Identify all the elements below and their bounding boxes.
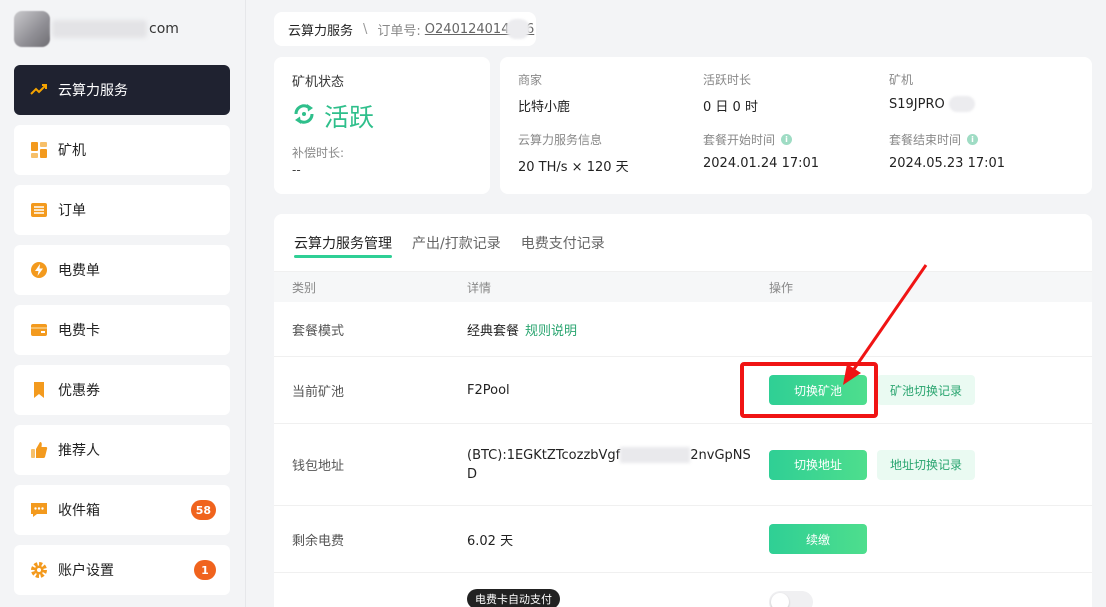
account-header[interactable]: com [14, 10, 234, 48]
bolt-icon [30, 261, 48, 279]
tab-output-payout-records[interactable]: 产出/打款记录 [412, 214, 501, 272]
sidebar-item-referrer[interactable]: 推荐人 [14, 425, 230, 475]
auto-pay-tag: 电费卡自动支付 [467, 589, 560, 607]
row-label: 剩余电费 [292, 533, 345, 549]
table-row-electricity: 剩余电费 6.02 天 续缴 [274, 506, 1092, 573]
end-time-label: 套餐结束时间 [889, 133, 962, 147]
table-header: 类别 详情 操作 [274, 272, 1092, 302]
grid-icon [30, 141, 48, 159]
sidebar-item-label: 收件箱 [58, 503, 100, 519]
thumbs-up-icon [30, 441, 48, 459]
pool-value: F2Pool [467, 382, 510, 398]
miner-status-title: 矿机状态 [292, 75, 345, 90]
management-panel: 云算力服务管理 产出/打款记录 电费支付记录 类别 详情 操作 套餐模式 经典套… [274, 214, 1092, 607]
main-content: 云算力服务 \ 订单号: O240124014306 矿机状态 活跃 补偿时长:… [256, 0, 1106, 607]
sidebar-item-label: 账户设置 [58, 563, 114, 579]
message-icon [30, 501, 48, 519]
miner-status-value: 活跃 [324, 103, 375, 132]
sidebar-item-cloud-hashrate[interactable]: 云算力服务 [14, 65, 230, 115]
order-number-redacted [506, 19, 530, 39]
order-number-label: 订单号: [377, 23, 421, 39]
rules-link[interactable]: 规则说明 [525, 324, 577, 339]
column-header-category: 类别 [292, 280, 317, 295]
compensation-value: -- [292, 163, 301, 177]
wallet-address-prefix: (BTC):1EGKtZTcozzbVgf [467, 447, 621, 463]
wallet-address-redacted [620, 447, 691, 463]
sidebar-item-label: 订单 [58, 203, 86, 219]
miner-label: 矿机 [889, 73, 914, 87]
sidebar-item-label: 优惠券 [58, 383, 100, 399]
miner-model-redacted [948, 96, 975, 112]
row-label: 套餐模式 [292, 323, 345, 339]
table-row-pool: 当前矿池 F2Pool 切换矿池 矿池切换记录 [274, 357, 1092, 424]
service-info-label: 云算力服务信息 [518, 133, 603, 147]
sidebar-item-label: 推荐人 [58, 443, 100, 459]
start-time-value: 2024.01.24 17:01 [703, 156, 820, 171]
list-icon [30, 201, 48, 219]
sidebar-nav: 云算力服务 矿机 订单 电费单 电费卡 优惠券 推荐人 收件箱 58 账户设置 … [14, 65, 230, 605]
account-email-suffix: com [149, 21, 179, 37]
address-switch-history-button[interactable]: 地址切换记录 [877, 449, 975, 480]
sidebar-item-orders[interactable]: 订单 [14, 185, 230, 235]
merchant-value: 比特小鹿 [518, 100, 571, 115]
sidebar-item-label: 云算力服务 [58, 83, 128, 99]
sidebar-item-coupons[interactable]: 优惠券 [14, 365, 230, 415]
table-row-auto-pay: 电费卡自动支付 [274, 573, 1092, 607]
active-duration-label: 活跃时长 [703, 73, 752, 87]
column-header-detail: 详情 [467, 280, 492, 295]
tab-electricity-payment-records[interactable]: 电费支付记录 [521, 214, 605, 272]
miner-status-card: 矿机状态 活跃 补偿时长: -- [274, 57, 490, 194]
breadcrumb: 云算力服务 \ 订单号: O240124014306 [274, 12, 536, 46]
settings-count-badge: 1 [194, 560, 216, 580]
table-row-package: 套餐模式 经典套餐 规则说明 [274, 302, 1092, 357]
sidebar-item-inbox[interactable]: 收件箱 58 [14, 485, 230, 535]
tab-bar: 云算力服务管理 产出/打款记录 电费支付记录 [274, 214, 1092, 272]
row-label: 当前矿池 [292, 384, 345, 400]
row-label: 钱包地址 [292, 459, 345, 474]
avatar [14, 11, 50, 47]
sidebar-item-label: 电费卡 [58, 323, 100, 339]
active-duration-value: 0 日 0 时 [703, 100, 758, 115]
sidebar-item-label: 电费单 [58, 263, 100, 279]
miner-model-value: S19JPRO [889, 96, 945, 112]
pool-switch-history-button[interactable]: 矿池切换记录 [877, 375, 975, 405]
sidebar-item-miners[interactable]: 矿机 [14, 125, 230, 175]
remaining-electricity-value: 6.02 天 [467, 533, 514, 549]
gear-icon [30, 561, 48, 579]
merchant-label: 商家 [518, 73, 543, 87]
start-time-label: 套餐开始时间 [703, 133, 776, 147]
inbox-count-badge: 58 [190, 500, 216, 520]
sidebar: com 云算力服务 矿机 订单 电费单 电费卡 优惠券 推荐人 收件箱 58 账… [0, 0, 246, 607]
highlight-box [740, 362, 878, 418]
switch-address-button[interactable]: 切换地址 [769, 449, 867, 480]
refresh-icon [292, 102, 316, 130]
breadcrumb-separator: \ [363, 21, 368, 37]
column-header-action: 操作 [769, 280, 794, 295]
tab-service-management[interactable]: 云算力服务管理 [294, 214, 392, 272]
sidebar-item-label: 矿机 [58, 143, 86, 159]
table-row-wallet: 钱包地址 (BTC):1EGKtZTcozzbVgf 2nvGpNS D 切换地址… [274, 424, 1092, 506]
service-info-value: 20 TH/s × 120 天 [518, 160, 629, 175]
renew-button[interactable]: 续缴 [769, 524, 867, 554]
compensation-label: 补偿时长: [292, 146, 345, 160]
info-icon[interactable]: i [781, 134, 793, 145]
auto-pay-toggle[interactable] [769, 591, 813, 607]
sidebar-item-electricity-cards[interactable]: 电费卡 [14, 305, 230, 355]
wallet-address-suffix: 2nvGpNS [690, 447, 751, 463]
end-time-value: 2024.05.23 17:01 [889, 156, 1006, 171]
sidebar-item-account-settings[interactable]: 账户设置 1 [14, 545, 230, 595]
card-icon [30, 321, 48, 339]
bookmark-icon [30, 381, 48, 399]
package-value: 经典套餐 [467, 323, 520, 339]
info-icon[interactable]: i [967, 134, 979, 145]
service-info-card: 商家 比特小鹿 活跃时长 0 日 0 时 矿机 S19JPRO 云算力服务信息 … [500, 57, 1092, 194]
trend-up-icon [30, 81, 48, 99]
breadcrumb-root[interactable]: 云算力服务 [288, 20, 353, 39]
sidebar-item-electricity-bills[interactable]: 电费单 [14, 245, 230, 295]
wallet-address-tail: D [467, 466, 478, 482]
account-email-redacted [52, 20, 147, 38]
